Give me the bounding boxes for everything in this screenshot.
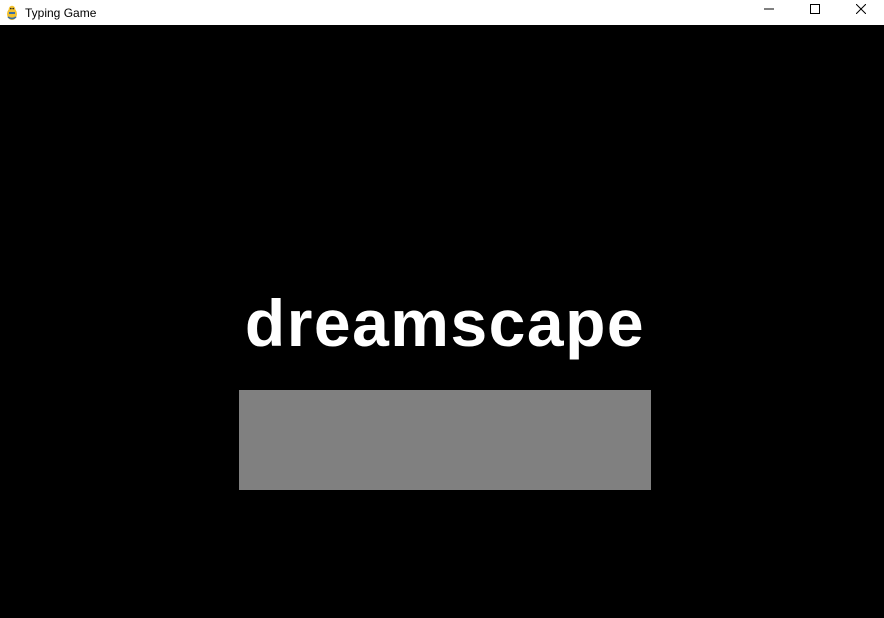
target-word: dreamscape — [244, 286, 646, 360]
title-bar[interactable]: Typing Game — [0, 0, 884, 25]
close-button[interactable] — [838, 0, 884, 20]
game-window: Typing Game dreamscape — [0, 0, 884, 618]
maximize-icon — [810, 1, 820, 19]
window-controls — [746, 0, 884, 25]
close-icon — [855, 1, 867, 19]
minimize-button[interactable] — [746, 0, 792, 20]
pygame-snake-icon — [4, 5, 20, 21]
typing-input-box[interactable] — [239, 390, 651, 490]
minimize-icon — [764, 1, 774, 19]
window-title: Typing Game — [25, 5, 97, 20]
maximize-button[interactable] — [792, 0, 838, 20]
game-canvas[interactable]: dreamscape — [0, 25, 884, 618]
